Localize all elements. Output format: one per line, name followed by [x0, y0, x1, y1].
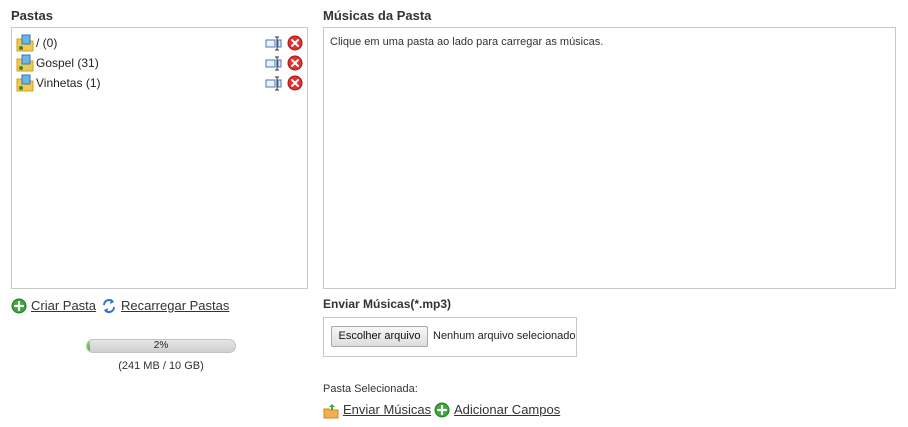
send-music-link[interactable]: Enviar Músicas: [343, 402, 431, 417]
folder-item-gospel[interactable]: Gospel (31): [16, 54, 306, 72]
selected-folder-label: Pasta Selecionada:: [323, 383, 418, 395]
delete-icon[interactable]: [287, 55, 303, 71]
reload-folders-link[interactable]: Recarregar Pastas: [121, 298, 229, 313]
delete-icon[interactable]: [287, 35, 303, 51]
plus-circle-icon[interactable]: [11, 298, 27, 314]
folders-title: Pastas: [11, 8, 53, 23]
folder-music-icon: [16, 54, 34, 72]
choose-file-button[interactable]: Escolher arquivo: [331, 326, 428, 347]
add-fields-link[interactable]: Adicionar Campos: [454, 402, 560, 417]
rename-icon[interactable]: [265, 76, 282, 91]
refresh-icon[interactable]: [101, 298, 117, 314]
music-title: Músicas da Pasta: [323, 8, 432, 23]
folder-item-vinhetas[interactable]: Vinhetas (1): [16, 74, 306, 92]
upload-folder-icon[interactable]: [323, 403, 339, 419]
folder-label[interactable]: / (0): [36, 36, 57, 50]
storage-usage-label: (241 MB / 10 GB): [118, 360, 204, 372]
storage-percent-label: 2%: [153, 340, 169, 351]
rename-icon[interactable]: [265, 56, 282, 71]
upload-title: Enviar Músicas(*.mp3): [323, 297, 452, 311]
folder-music-icon: [16, 34, 34, 52]
file-status: Nenhum arquivo selecionado: [433, 330, 576, 342]
music-list: Clique em uma pasta ao lado para carrega…: [323, 27, 896, 289]
rename-icon[interactable]: [265, 36, 282, 51]
folder-item-root[interactable]: / (0): [16, 34, 306, 52]
upload-box: Escolher arquivo Nenhum arquivo selecion…: [323, 317, 577, 357]
delete-icon[interactable]: [287, 75, 303, 91]
folder-music-icon: [16, 74, 34, 92]
storage-progress-bar: 2%: [86, 339, 236, 353]
create-folder-link[interactable]: Criar Pasta: [31, 298, 96, 313]
music-empty-message: Clique em uma pasta ao lado para carrega…: [330, 36, 604, 48]
folders-list: / (0) Gospel (31) Vinhetas (1): [11, 27, 308, 289]
plus-circle-icon[interactable]: [434, 402, 450, 418]
folder-label[interactable]: Vinhetas (1): [36, 76, 100, 90]
folder-label[interactable]: Gospel (31): [36, 56, 99, 70]
